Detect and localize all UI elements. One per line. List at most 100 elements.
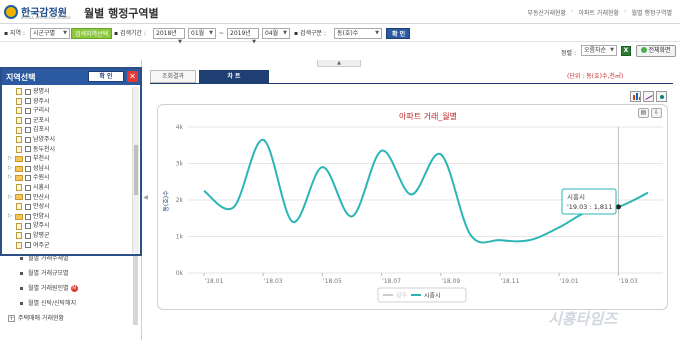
y-axis-label: 동(호)수 [163,190,170,212]
region-tree-item[interactable]: 양평군 [6,231,132,241]
region-label: 남양주시 [33,135,56,143]
region-checkbox[interactable] [25,117,31,124]
region-label: 안성시 [33,203,50,211]
tooltip-value: '19.03 : 1,811 [567,203,612,211]
folder-icon [15,165,23,172]
region-tree-item[interactable]: 양주시 [6,221,132,231]
region-label: 광주시 [33,97,50,105]
chart-actions: ▤ ⇩ [638,108,662,118]
popup-scrollbar[interactable] [132,87,139,253]
region-checkbox[interactable] [25,232,31,239]
x-tick-label: '18.07 [382,278,401,285]
region-label: 구리시 [33,107,50,115]
folder-icon [15,175,23,182]
region-checkbox[interactable] [25,127,31,134]
region-tree-item[interactable]: 안성시 [6,202,132,212]
print-icon[interactable]: ▤ [638,108,649,118]
x-tick-label: '19.01 [560,278,579,285]
close-icon[interactable]: ✕ [127,71,138,82]
region-tree-item[interactable]: 동두천시 [6,145,132,155]
region-tree: 광명시 광주시 구리시 군포시 김포시 남양주시 동두천시 ▷ 부천시 ▷ 성남시 ▷ 수원시 시흥시 ▷ 안… [6,87,132,253]
popup-header: 지역선택 확 인 ✕ [2,69,140,85]
x-tick-label: '19.03 [619,278,638,285]
x-tick-label: '18.11 [501,278,520,285]
expand-arrow-icon[interactable]: ▷ [6,164,14,174]
region-checkbox[interactable] [25,194,31,201]
region-label: 성남시 [33,164,50,172]
region-tree-item[interactable]: 남양주시 [6,135,132,145]
document-icon [16,232,22,240]
region-checkbox[interactable] [25,98,31,105]
region-label: 군포시 [33,116,50,124]
region-tree-item[interactable]: 김포시 [6,125,132,135]
region-checkbox[interactable] [25,242,31,249]
y-tick-label: 0k [176,270,184,277]
hover-point[interactable] [615,204,621,210]
folder-icon [15,194,23,201]
region-checkbox[interactable] [25,203,31,210]
region-label: 부천시 [33,155,50,163]
popup-ok-button[interactable]: 확 인 [88,71,124,82]
region-checkbox[interactable] [25,88,31,95]
folder-icon [15,155,23,162]
popup-title: 지역선택 [6,73,36,82]
document-icon [16,184,22,192]
region-checkbox[interactable] [25,146,31,153]
region-checkbox[interactable] [25,184,31,191]
expand-arrow-icon[interactable]: ▷ [6,193,14,203]
tooltip-title: 시흥시 [567,192,585,201]
document-icon [16,145,22,153]
region-label: 양평군 [33,231,50,239]
region-checkbox[interactable] [25,107,31,114]
document-icon [16,117,22,125]
y-tick-label: 2k [176,197,184,204]
watermark: 시흥타임즈 [548,310,618,328]
region-checkbox[interactable] [25,155,31,162]
region-tree-item[interactable]: 광주시 [6,97,132,107]
region-checkbox[interactable] [25,136,31,143]
region-tree-item[interactable]: 구리시 [6,106,132,116]
region-checkbox[interactable] [25,223,31,230]
document-icon [16,88,22,96]
y-tick-label: 1k [176,234,184,241]
expand-arrow-icon[interactable]: ▷ [6,212,14,222]
document-icon [16,241,22,249]
region-label: 수원시 [33,174,50,182]
expand-arrow-icon[interactable]: ▷ [6,154,14,164]
region-checkbox[interactable] [25,213,31,220]
region-label: 여주군 [33,241,50,249]
y-tick-label: 4k [176,124,184,131]
region-tree-item[interactable]: 여주군 [6,241,132,251]
document-icon [16,107,22,115]
region-tree-item[interactable]: ▷ 안양시 [6,212,132,222]
region-tree-item[interactable]: ▷ 안산시 [6,193,132,203]
folder-icon [15,213,23,220]
download-icon[interactable]: ⇩ [651,108,662,118]
region-tree-item[interactable]: 광명시 [6,87,132,97]
legend-item[interactable]: 광주 [396,293,408,300]
region-tree-item[interactable]: ▷ 수원시 [6,173,132,183]
region-label: 양주시 [33,222,50,230]
region-checkbox[interactable] [25,165,31,172]
expand-arrow-icon[interactable]: ▷ [6,173,14,183]
region-label: 광명시 [33,88,50,95]
region-tree-item[interactable]: ▷ 성남시 [6,164,132,174]
region-tree-item[interactable]: ▷ 부천시 [6,154,132,164]
popup-scroll-thumb[interactable] [134,145,138,195]
document-icon [16,97,22,105]
region-label: 안산시 [33,193,50,201]
x-tick-label: '18.05 [323,278,342,285]
legend-item[interactable]: 시흥시 [424,292,441,300]
document-icon [16,203,22,211]
region-tree-item[interactable]: 시흥시 [6,183,132,193]
x-tick-label: '18.01 [205,278,224,285]
region-label: 김포시 [33,126,50,134]
document-icon [16,126,22,134]
document-icon [16,222,22,230]
y-tick-label: 3k [176,161,184,168]
x-tick-label: '18.09 [441,278,460,285]
region-tree-item[interactable]: 군포시 [6,116,132,126]
chart-title: 아파트 거래_월별 [399,111,457,121]
region-checkbox[interactable] [25,175,31,182]
region-label: 시흥시 [33,183,50,191]
